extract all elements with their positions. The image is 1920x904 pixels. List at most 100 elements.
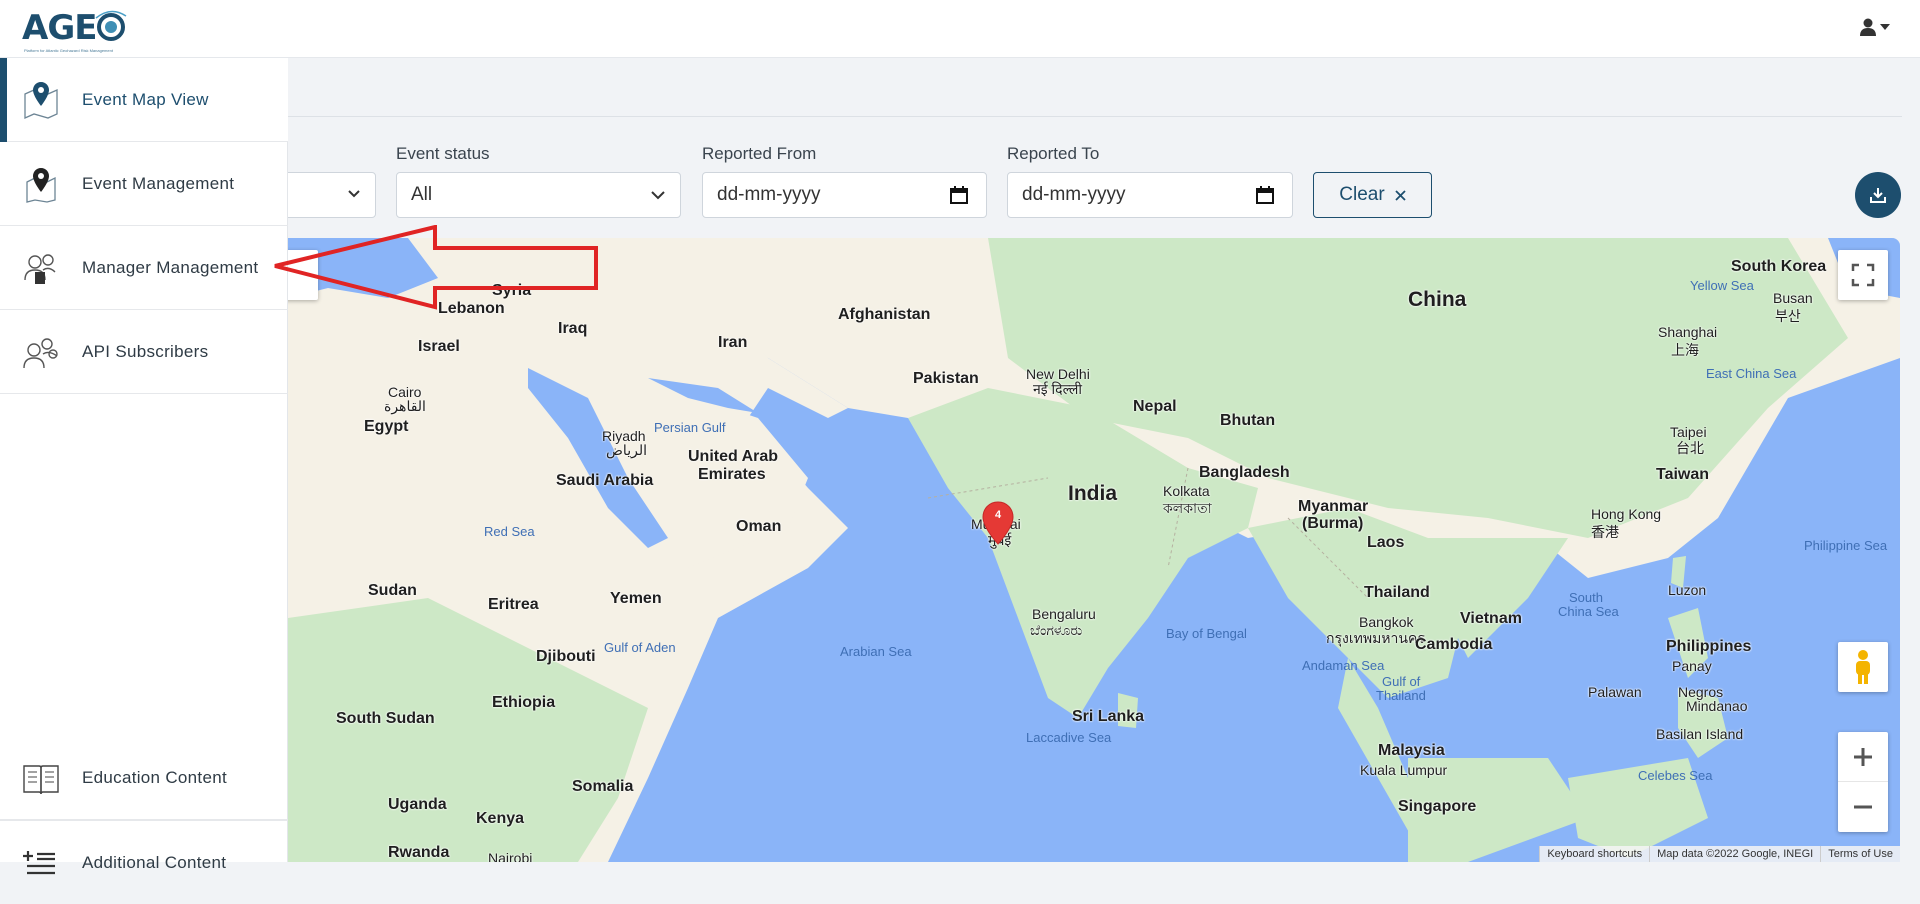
map-label: 香港 — [1591, 524, 1619, 540]
map-label: Singapore — [1398, 798, 1477, 815]
reported-to-label: Reported To — [1007, 144, 1100, 163]
reported-from-placeholder: dd-mm-yyyy — [717, 184, 821, 205]
subscribers-icon — [20, 331, 62, 373]
map-label: नई दिल्ली — [1033, 381, 1083, 397]
map-label: 台北 — [1676, 440, 1704, 456]
map-label: Iran — [718, 334, 748, 351]
map-label: Malaysia — [1378, 742, 1445, 759]
map-label: Basilan Island — [1656, 726, 1744, 742]
map-label: Gulf of Aden — [604, 640, 676, 655]
map-label: Nairobi — [488, 850, 533, 862]
map-label: Ethiopia — [492, 694, 556, 711]
map-label: Thailand — [1376, 688, 1426, 703]
zoom-out-button[interactable] — [1838, 782, 1888, 832]
map-label: القاهرة — [384, 398, 426, 414]
reported-to-placeholder: dd-mm-yyyy — [1022, 184, 1126, 205]
map-label: Somalia — [572, 778, 634, 795]
map-label: (Burma) — [1302, 515, 1364, 532]
zoom-in-button[interactable] — [1838, 732, 1888, 782]
download-icon — [1870, 188, 1886, 203]
keyboard-shortcuts-link[interactable]: Keyboard shortcuts — [1539, 846, 1649, 862]
clear-button[interactable]: Clear — [1313, 172, 1432, 218]
map-label: Vietnam — [1460, 610, 1522, 627]
sidebar-item-label: Manager Management — [82, 257, 259, 277]
event-map[interactable]: China South Korea Yellow Sea Busan 부산 Sh… — [288, 238, 1900, 862]
map-attribution: Keyboard shortcuts Map data ©2022 Google… — [1539, 846, 1900, 862]
map-label: China Sea — [1558, 604, 1619, 619]
calendar-icon[interactable] — [1256, 186, 1274, 204]
reported-to-date[interactable]: dd-mm-yyyy — [1007, 172, 1293, 218]
user-icon — [1860, 18, 1876, 36]
map-label: Yellow Sea — [1690, 278, 1754, 293]
map-label: South Sudan — [336, 710, 435, 727]
map-label: China — [1408, 288, 1467, 311]
calendar-icon[interactable] — [950, 186, 968, 204]
reported-from-date[interactable]: dd-mm-yyyy — [702, 172, 987, 218]
sidebar-item-manager-management[interactable]: Manager Management — [0, 226, 288, 310]
sidebar-item-additional-content[interactable]: Additional Content — [0, 820, 288, 904]
user-menu[interactable] — [1860, 18, 1890, 36]
map-label: ಬೆಂಗಳೂರು — [1030, 622, 1083, 638]
pegman-icon — [1856, 650, 1870, 684]
map-label: Taiwan — [1656, 466, 1710, 483]
map-label: কলকাতা — [1163, 500, 1212, 516]
reported-from-label: Reported From — [702, 144, 817, 163]
marker-count: 4 — [994, 509, 1002, 521]
map-label: East China Sea — [1706, 366, 1797, 381]
map-label: India — [1068, 482, 1118, 505]
map-label: Mindanao — [1686, 698, 1748, 714]
map-label: Laccadive Sea — [1026, 730, 1112, 745]
globe-icon — [95, 10, 127, 41]
map-label: Laos — [1367, 534, 1405, 551]
map-label: กรุงเทพมหานคร — [1326, 630, 1425, 646]
map-label: Bangladesh — [1199, 464, 1290, 481]
download-button[interactable] — [1855, 172, 1901, 218]
header-divider — [288, 116, 1902, 117]
map-label: Bay of Bengal — [1166, 626, 1247, 641]
map-label: Hong Kong — [1591, 506, 1662, 522]
map-label: Oman — [736, 518, 782, 535]
map-label: Israel — [418, 338, 460, 355]
map-label: Uganda — [388, 796, 447, 813]
map-pin-icon — [20, 79, 62, 121]
map-label: Cambodia — [1415, 636, 1493, 653]
map-label: Egypt — [364, 418, 409, 435]
map-label: الرياض — [606, 442, 647, 458]
event-status-value: All — [411, 184, 433, 205]
sidebar-item-education-content[interactable]: Education Content — [0, 736, 288, 820]
sidebar-item-label: Event Map View — [82, 89, 209, 109]
map-label: Arabian Sea — [840, 644, 912, 659]
map-label: Nepal — [1133, 398, 1177, 415]
map-label: 上海 — [1671, 342, 1699, 358]
map-label: Shanghai — [1658, 324, 1718, 340]
map-label: Luzon — [1668, 582, 1707, 598]
event-status-select[interactable]: All — [396, 172, 681, 218]
map-label: South Korea — [1731, 258, 1827, 275]
sidebar-item-event-management[interactable]: Event Management — [0, 142, 288, 226]
manager-users-icon — [20, 247, 62, 289]
logo-tagline: Platform for Atlantic Geohazard Risk Man… — [24, 48, 113, 53]
map-label: United Arab — [688, 448, 779, 465]
zoom-control — [1838, 732, 1888, 832]
map-label: Myanmar — [1298, 498, 1369, 515]
sidebar-item-label: API Subscribers — [82, 341, 209, 361]
map-label: Kenya — [476, 810, 525, 827]
app-logo[interactable]: AGEO Platform for Atlantic Geohazard Ris… — [22, 4, 132, 54]
sidebar-item-event-map-view[interactable]: Event Map View — [0, 58, 288, 142]
street-view-pegman[interactable] — [1838, 642, 1888, 692]
fullscreen-button[interactable] — [1838, 250, 1888, 300]
top-bar: AGEO Platform for Atlantic Geohazard Ris… — [0, 0, 1920, 58]
map-label: South — [1569, 590, 1603, 605]
event-type-select[interactable] — [280, 172, 376, 218]
sidebar-item-api-subscribers[interactable]: API Subscribers — [0, 310, 288, 394]
terms-link[interactable]: Terms of Use — [1820, 846, 1900, 862]
sidebar-item-label: Event Management — [82, 173, 235, 193]
active-indicator — [0, 58, 7, 142]
chevron-down-icon — [651, 191, 665, 200]
map-label: Andaman Sea — [1302, 658, 1385, 673]
map-label: Sri Lanka — [1072, 708, 1145, 725]
annotation-arrow — [274, 225, 598, 310]
event-cluster-marker[interactable]: 4 — [981, 500, 1015, 546]
chevron-down-icon — [348, 190, 360, 198]
sidebar-item-label: Education Content — [82, 767, 227, 787]
